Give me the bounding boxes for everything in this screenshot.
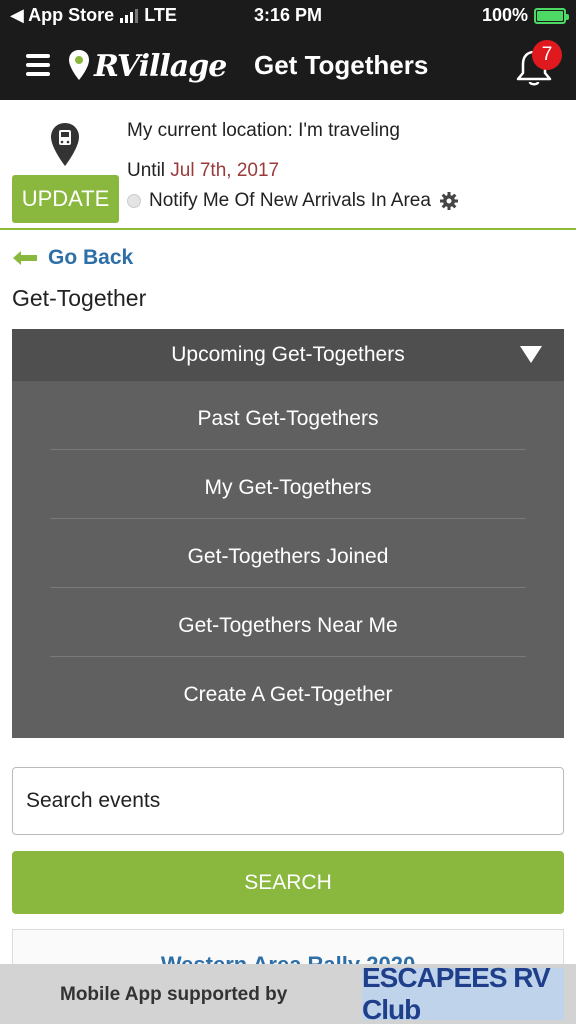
- page-title: Get-Together: [12, 285, 147, 311]
- battery-icon: [534, 7, 569, 24]
- gear-icon[interactable]: [439, 191, 459, 211]
- escapees-logo[interactable]: ESCAPEES RV Club: [362, 962, 564, 1024]
- search-events-input[interactable]: [12, 767, 564, 835]
- rv-location-pin-icon: [51, 123, 79, 166]
- notification-count-badge: 7: [532, 40, 562, 70]
- hamburger-menu-icon[interactable]: [26, 54, 50, 76]
- until-line: Until Jul 7th, 2017: [127, 160, 279, 182]
- go-back-label: Go Back: [48, 246, 134, 269]
- menu-item-my[interactable]: My Get-Togethers: [50, 450, 526, 519]
- menu-item-create[interactable]: Create A Get-Together: [50, 657, 526, 726]
- brand-name: RVillage: [94, 48, 227, 84]
- update-location-button[interactable]: UPDATE: [12, 175, 119, 223]
- menu-item-near-me[interactable]: Get-Togethers Near Me: [50, 588, 526, 657]
- battery-fill: [537, 10, 563, 21]
- supported-by-text: Mobile App supported by: [60, 984, 288, 1005]
- menu-item-joined[interactable]: Get-Togethers Joined: [50, 519, 526, 588]
- get-together-dropdown: Upcoming Get-Togethers Past Get-Together…: [12, 329, 564, 738]
- location-panel: UPDATE My current location: I'm travelin…: [0, 100, 576, 230]
- rvillage-logo[interactable]: RVillage: [68, 44, 227, 88]
- current-location-text: My current location: I'm traveling: [127, 120, 400, 141]
- page-header-title: Get Togethers: [254, 50, 429, 80]
- top-bar: ◀ App Store LTE 3:16 PM 100% RVillage Ge…: [0, 0, 576, 100]
- notify-option: Notify Me Of New Arrivals In Area: [127, 190, 459, 212]
- go-back-link[interactable]: Go Back: [12, 246, 133, 270]
- notify-radio[interactable]: [127, 194, 141, 208]
- arrow-left-icon: [13, 251, 37, 265]
- sponsor-name: ESCAPEES RV Club: [362, 962, 551, 1024]
- status-right: 100%: [481, 5, 569, 26]
- until-date: Jul 7th, 2017: [170, 160, 280, 181]
- app-bar: RVillage Get Togethers 7: [0, 36, 576, 96]
- search-button[interactable]: SEARCH: [12, 851, 564, 914]
- status-bar: ◀ App Store LTE 3:16 PM 100%: [0, 0, 576, 32]
- notify-label: Notify Me Of New Arrivals In Area: [149, 190, 431, 211]
- menu-item-past[interactable]: Past Get-Togethers: [50, 381, 526, 450]
- sponsor-footer: Mobile App supported by ESCAPEES RV Club: [0, 962, 576, 1024]
- until-label: Until: [127, 160, 166, 181]
- dropdown-selected[interactable]: Upcoming Get-Togethers: [12, 329, 564, 381]
- dropdown-selected-label: Upcoming Get-Togethers: [171, 343, 405, 366]
- map-pin-logo-icon: [69, 50, 89, 80]
- battery-percent: 100%: [481, 5, 528, 25]
- triangle-down-icon: [520, 346, 542, 363]
